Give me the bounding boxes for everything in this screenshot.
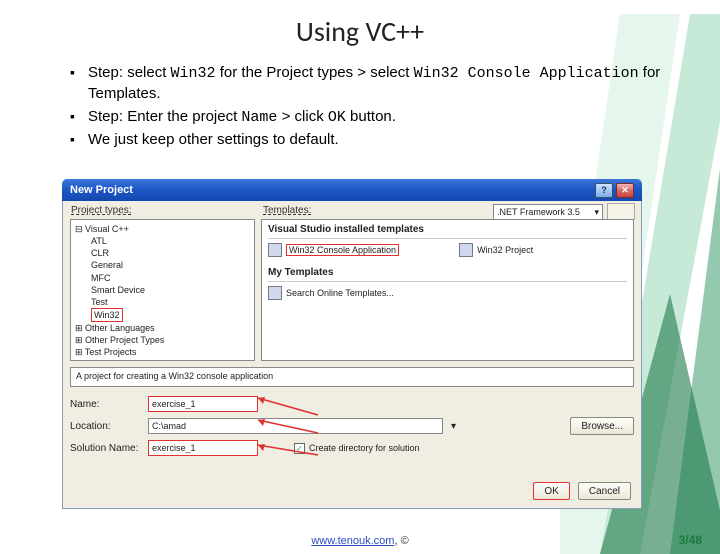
name-label: Name:: [70, 399, 142, 410]
text: for the Project types > select: [216, 64, 414, 81]
template-item[interactable]: Win32 Project: [459, 243, 533, 257]
template-icon: [268, 243, 282, 257]
help-button[interactable]: ?: [595, 183, 613, 198]
tree-item: ⊞ Test Projects: [75, 346, 250, 358]
template-label: Win32 Project: [477, 245, 533, 255]
bullet-list: Step: select Win32 for the Project types…: [70, 63, 670, 150]
tree-item[interactable]: ATL: [75, 235, 250, 247]
template-label: Win32 Console Application: [286, 244, 399, 256]
ok-button[interactable]: OK: [533, 482, 569, 500]
browse-button[interactable]: Browse...: [570, 417, 634, 435]
code-text: Win32 Console Application: [414, 65, 639, 82]
tree-item-selected[interactable]: Win32: [75, 308, 250, 322]
tree-item[interactable]: MFC: [75, 272, 250, 284]
template-label: Search Online Templates...: [286, 288, 394, 298]
solution-input[interactable]: exercise_1: [148, 440, 258, 456]
tree-item[interactable]: Smart Device: [75, 284, 250, 296]
dialog-buttons: OK Cancel: [533, 482, 631, 500]
cancel-button[interactable]: Cancel: [578, 482, 631, 500]
template-item-search[interactable]: Search Online Templates...: [268, 286, 627, 300]
templates-pane: Visual Studio installed templates Win32 …: [261, 219, 634, 361]
template-item-selected[interactable]: Win32 Console Application: [268, 243, 399, 257]
solution-row: Solution Name: exercise_1 ✓ Create direc…: [70, 439, 634, 457]
tree-item[interactable]: Test: [75, 296, 250, 308]
framework-value: .NET Framework 3.5: [497, 207, 580, 217]
close-button[interactable]: ✕: [616, 183, 634, 198]
description-bar: A project for creating a Win32 console a…: [70, 367, 634, 387]
tree-item[interactable]: CLR: [75, 247, 250, 259]
text: Step: Enter the project: [88, 108, 241, 125]
tree-root: ⊟ Visual C++: [75, 223, 250, 235]
dialog-titlebar: New Project ? ✕: [62, 179, 642, 201]
code-text: Name: [241, 109, 277, 126]
name-row: Name: exercise_1: [70, 395, 634, 413]
tree-item: ⊞ Other Languages: [75, 322, 250, 334]
text: button.: [346, 108, 396, 125]
bullet-item: Step: select Win32 for the Project types…: [70, 63, 670, 105]
checkbox-label: Create directory for solution: [309, 443, 420, 453]
my-templates-header: My Templates: [268, 267, 627, 278]
tree-item: ⊞ Other Project Types: [75, 334, 250, 346]
chevron-down-icon: ▾: [594, 207, 599, 218]
bullet-item: We just keep other settings to default.: [70, 130, 670, 150]
view-icons[interactable]: [607, 203, 635, 220]
location-input[interactable]: C:\amad: [148, 418, 443, 434]
project-types-tree[interactable]: ⊟ Visual C++ ATL CLR General MFC Smart D…: [70, 219, 255, 361]
code-text: OK: [328, 109, 346, 126]
copyright: , ©: [394, 535, 408, 547]
location-label: Location:: [70, 421, 142, 432]
search-icon: [268, 286, 282, 300]
tree-item[interactable]: General: [75, 259, 250, 271]
chevron-down-icon[interactable]: ▾: [451, 421, 456, 432]
dialog-title: New Project: [70, 184, 133, 196]
dialog-body: Project types: Templates: .NET Framework…: [62, 201, 642, 509]
location-row: Location: C:\amad ▾ Browse...: [70, 417, 634, 435]
name-input[interactable]: exercise_1: [148, 396, 258, 412]
template-icon: [459, 243, 473, 257]
solution-label: Solution Name:: [70, 443, 142, 454]
code-text: Win32: [171, 65, 216, 82]
bullet-item: Step: Enter the project Name > click OK …: [70, 107, 670, 128]
new-project-dialog: New Project ? ✕ Project types: Templates…: [62, 179, 642, 509]
checkbox-icon: ✓: [294, 443, 305, 454]
slide-title: Using VC++: [0, 14, 720, 49]
text: > click: [277, 108, 327, 125]
text: Step: select: [88, 64, 171, 81]
project-types-label: Project types:: [71, 205, 132, 216]
templates-label: Templates:: [263, 205, 311, 216]
text: We just keep other settings to default.: [88, 131, 339, 148]
footer-link[interactable]: www.tenouk.com: [311, 535, 394, 547]
page-number: 3/48: [679, 533, 702, 547]
footer: www.tenouk.com, ©: [0, 535, 720, 547]
templates-header: Visual Studio installed templates: [268, 224, 627, 235]
create-directory-checkbox[interactable]: ✓ Create directory for solution: [294, 443, 420, 454]
framework-combo[interactable]: .NET Framework 3.5 ▾: [493, 204, 603, 220]
